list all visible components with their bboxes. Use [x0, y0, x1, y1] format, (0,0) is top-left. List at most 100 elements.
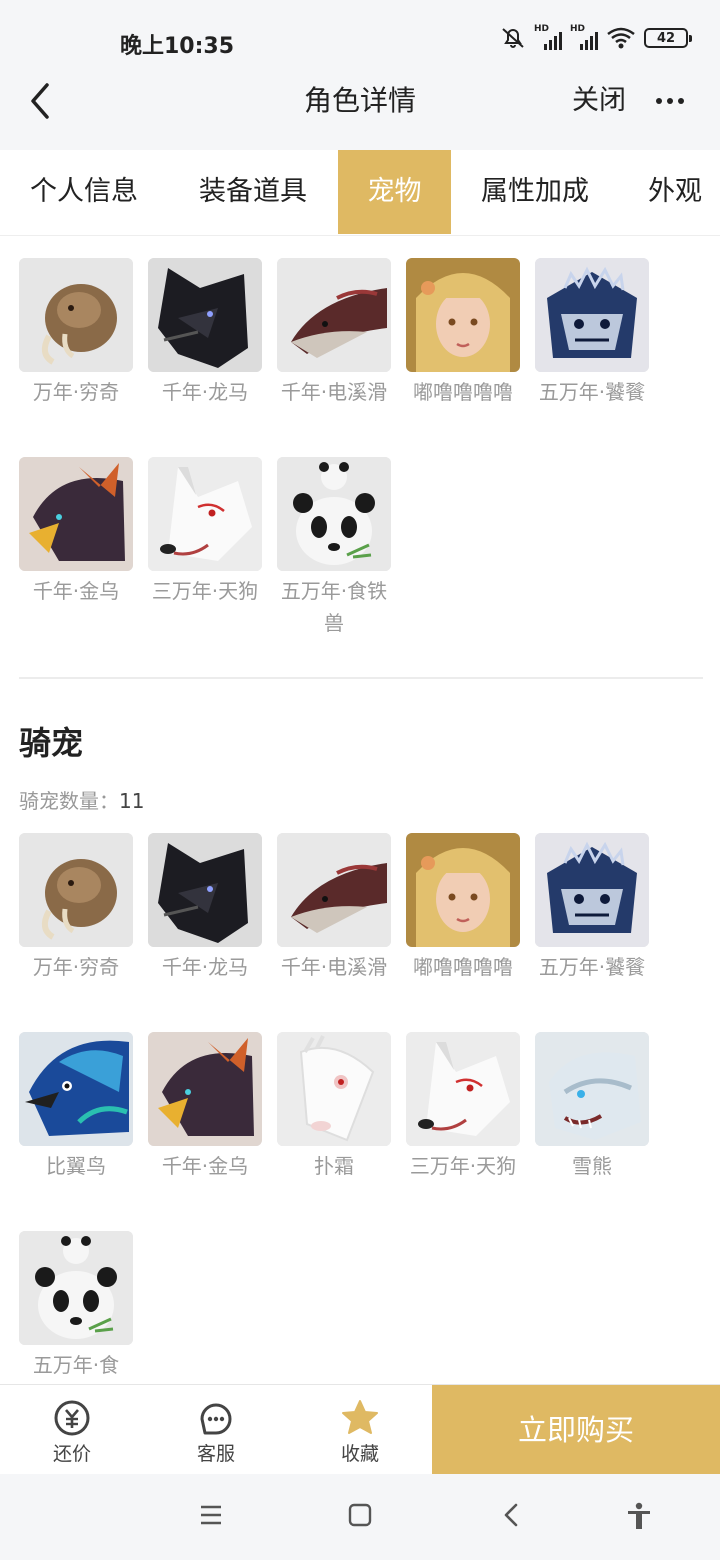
jinwu-icon — [19, 457, 133, 571]
mount-count: 骑宠数量：11 — [19, 785, 144, 814]
xuexiong-icon — [535, 1032, 649, 1146]
tab-appearance[interactable]: 外观 — [638, 150, 720, 234]
girl-avatar-icon — [406, 258, 520, 372]
wifi-icon — [607, 27, 635, 49]
pet-name: 五万年·食铁兽 — [280, 579, 388, 635]
tiangou-icon — [406, 1032, 520, 1146]
pet-card[interactable]: 嘟噜噜噜噜 — [406, 258, 520, 408]
taotie-icon — [535, 258, 649, 372]
mount-count-value: 11 — [119, 789, 145, 813]
customer-service-button[interactable]: 客服 — [166, 1385, 266, 1475]
mount-name: 三万年·天狗 — [409, 1154, 517, 1178]
tiangou-icon — [148, 457, 262, 571]
panda-icon — [19, 1231, 133, 1345]
girl-avatar-icon — [406, 833, 520, 947]
mount-card[interactable]: 雪熊 — [535, 1032, 649, 1182]
menu-icon[interactable] — [198, 1502, 224, 1528]
mount-count-label: 骑宠数量： — [19, 789, 119, 813]
nav-bar: 角色详情 关闭 — [0, 80, 720, 150]
system-nav-bar — [0, 1474, 720, 1560]
pet-card[interactable]: 五万年·食铁兽 — [277, 457, 391, 639]
mount-name: 雪熊 — [572, 1154, 612, 1178]
mount-card[interactable]: 嘟噜噜噜噜 — [406, 833, 520, 983]
pet-card[interactable]: 千年·电溪滑 — [277, 258, 391, 408]
bottom-action-bar: 还价 客服 收藏 立即购买 — [0, 1384, 720, 1475]
chevron-left-icon — [31, 83, 49, 119]
back-triangle-icon[interactable] — [498, 1502, 524, 1528]
pet-card[interactable]: 万年·穷奇 — [19, 258, 133, 408]
taotie-icon — [535, 833, 649, 947]
mount-name: 五万年·饕餮 — [538, 955, 646, 979]
accessibility-icon[interactable] — [626, 1502, 652, 1530]
signal-1-icon: HD — [534, 24, 562, 50]
longma-icon — [148, 258, 262, 372]
mount-card[interactable]: 五万年·饕餮 — [535, 833, 649, 983]
home-square-icon[interactable] — [347, 1502, 373, 1528]
pet-card[interactable]: 五万年·饕餮 — [535, 258, 649, 408]
pet-name: 万年·穷奇 — [32, 380, 120, 404]
mount-card[interactable]: 千年·电溪滑 — [277, 833, 391, 983]
mute-bell-icon — [502, 28, 524, 48]
pet-name: 千年·金乌 — [32, 579, 120, 603]
mount-card[interactable]: 三万年·天狗 — [406, 1032, 520, 1182]
service-label: 客服 — [196, 1443, 235, 1465]
qiongqi-icon — [19, 833, 133, 947]
close-button[interactable]: 关闭 — [572, 80, 626, 122]
battery-indicator: 42 — [644, 28, 692, 48]
headset-chat-icon — [200, 1403, 232, 1435]
pet-card[interactable]: 千年·金乌 — [19, 457, 133, 607]
dianxihua-icon — [277, 258, 391, 372]
mount-card[interactable]: 比翼鸟 — [19, 1032, 133, 1182]
mount-name: 扑霜 — [314, 1154, 354, 1178]
pet-name: 三万年·天狗 — [151, 579, 259, 603]
mount-card[interactable]: 万年·穷奇 — [19, 833, 133, 983]
tab-personal-info[interactable]: 个人信息 — [0, 150, 168, 234]
longma-icon — [148, 833, 262, 947]
mount-section-heading: 骑宠 — [19, 724, 84, 762]
bargain-button[interactable]: 还价 — [22, 1385, 122, 1475]
jinwu-icon — [148, 1032, 262, 1146]
more-dot-icon — [678, 98, 684, 104]
biyiniao-icon — [19, 1032, 133, 1146]
mount-card[interactable]: 千年·龙马 — [148, 833, 262, 983]
bargain-label: 还价 — [52, 1443, 91, 1465]
pushuang-icon — [277, 1032, 391, 1146]
status-bar: 晚上10:35 HD HD 42 — [0, 0, 720, 80]
pet-name: 嘟噜噜噜噜 — [413, 380, 513, 404]
mount-card[interactable]: 扑霜 — [277, 1032, 391, 1182]
tab-bar: 个人信息 装备道具 宠物 属性加成 外观 — [0, 150, 720, 236]
mount-grid: 万年·穷奇 千年·龙马 千年·电溪滑 嘟噜噜噜噜 五万年·饕餮比翼鸟 千年·金乌 扑霜 三万年… — [19, 833, 709, 1384]
pet-name: 五万年·饕餮 — [538, 380, 646, 404]
favorite-button[interactable]: 收藏 — [310, 1385, 410, 1475]
pet-name: 千年·电溪滑 — [280, 380, 388, 404]
mount-name: 千年·电溪滑 — [280, 955, 388, 979]
mount-name: 五万年·食 — [32, 1353, 120, 1377]
status-icons: HD HD 42 — [500, 24, 692, 50]
yen-coin-icon — [54, 1400, 90, 1436]
signal-2-icon: HD — [570, 24, 598, 50]
mount-name: 嘟噜噜噜噜 — [413, 955, 513, 979]
buy-now-button[interactable]: 立即购买 — [432, 1385, 720, 1475]
star-icon — [342, 1400, 378, 1434]
dianxihua-icon — [277, 833, 391, 947]
status-time: 晚上10:35 — [120, 34, 235, 59]
pet-card[interactable]: 三万年·天狗 — [148, 457, 262, 607]
back-button[interactable] — [28, 80, 78, 150]
mount-card[interactable]: 千年·金乌 — [148, 1032, 262, 1182]
mount-name: 千年·金乌 — [161, 1154, 249, 1178]
mount-name: 比翼鸟 — [46, 1154, 106, 1178]
more-menu-button[interactable] — [656, 80, 696, 122]
qiongqi-icon — [19, 258, 133, 372]
pet-name: 千年·龙马 — [161, 380, 249, 404]
mount-card[interactable]: 五万年·食 — [19, 1231, 133, 1381]
tab-pets[interactable]: 宠物 — [338, 150, 451, 234]
mount-name: 万年·穷奇 — [32, 955, 120, 979]
tab-attributes[interactable]: 属性加成 — [466, 150, 604, 234]
favorite-label: 收藏 — [340, 1443, 379, 1465]
more-dot-icon — [656, 98, 662, 104]
tab-equipment[interactable]: 装备道具 — [168, 150, 338, 234]
pet-card[interactable]: 千年·龙马 — [148, 258, 262, 408]
mount-name: 千年·龙马 — [161, 955, 249, 979]
panda-icon — [277, 457, 391, 571]
more-dot-icon — [667, 98, 673, 104]
